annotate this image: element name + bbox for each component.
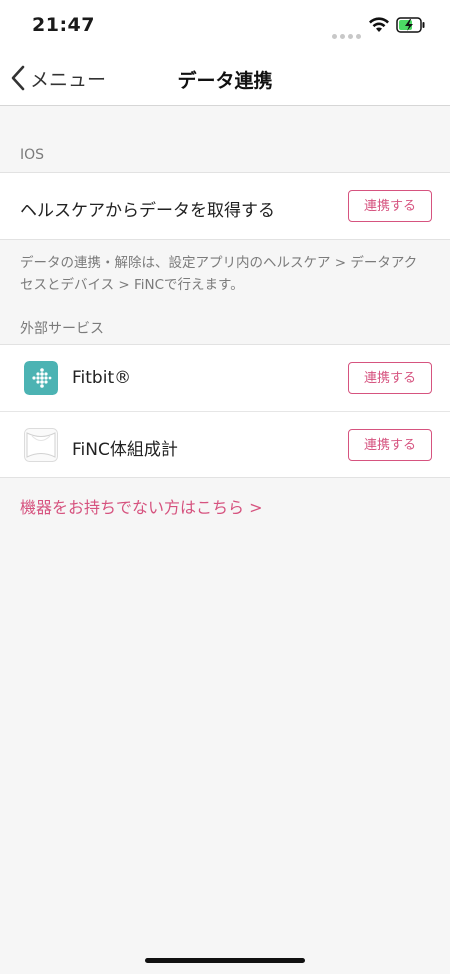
healthcare-link-button[interactable]: 連携する [348,190,432,222]
service-row-fitbit: Fitbit® 連携する [0,345,450,411]
healthcare-row-label: ヘルスケアからデータを取得する [20,201,275,221]
no-device-link[interactable]: 機器をお持ちでない方はこちら > [20,494,263,518]
battery-charging-icon [396,17,425,33]
service-row-finc-scale: FiNC体組成計 連携する [0,411,450,477]
cellular-signal-icon [332,24,364,43]
healthcare-row: ヘルスケアからデータを取得する 連携する [0,173,450,239]
status-icons [332,16,432,39]
ios-row-group: ヘルスケアからデータを取得する 連携する [0,172,450,240]
status-time: 21:47 [32,14,95,36]
service-name-fitbit: Fitbit® [72,368,132,388]
service-name-finc-scale: FiNC体組成計 [72,440,178,460]
finc-scale-link-button[interactable]: 連携する [348,429,432,461]
healthcare-note: データの連携・解除は、設定アプリ内のヘルスケア > データアクセスとデバイス >… [20,255,418,293]
status-bar: 21:47 [0,0,450,50]
home-indicator[interactable] [145,958,305,963]
finc-scale-icon [24,428,58,462]
fitbit-icon [24,361,58,395]
external-services-group: Fitbit® 連携する FiNC体組成計 連携する [0,344,450,478]
section-header-external: 外部サービス [20,321,104,337]
navigation-bar: メニュー データ連携 [0,50,450,106]
section-header-ios: IOS [20,147,45,163]
wifi-icon [369,17,389,32]
fitbit-link-button[interactable]: 連携する [348,362,432,394]
page-title: データ連携 [177,70,273,92]
